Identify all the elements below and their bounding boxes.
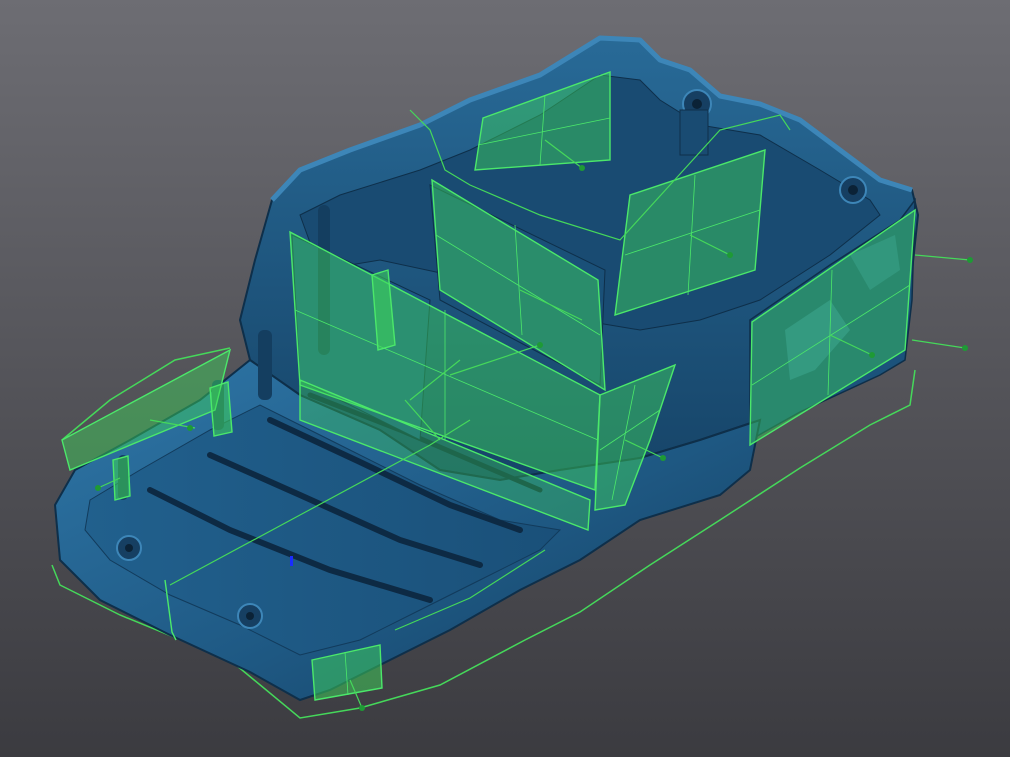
3d-viewport[interactable] bbox=[0, 0, 1010, 757]
mounting-boss-icon bbox=[839, 176, 867, 204]
fit-plane-9[interactable] bbox=[209, 381, 233, 437]
scan-scene[interactable] bbox=[0, 0, 1010, 757]
coordinate-origin-icon bbox=[290, 556, 293, 566]
post-2 bbox=[258, 330, 272, 400]
mounting-boss-icon bbox=[237, 603, 263, 629]
mounting-boss-icon bbox=[116, 535, 142, 561]
